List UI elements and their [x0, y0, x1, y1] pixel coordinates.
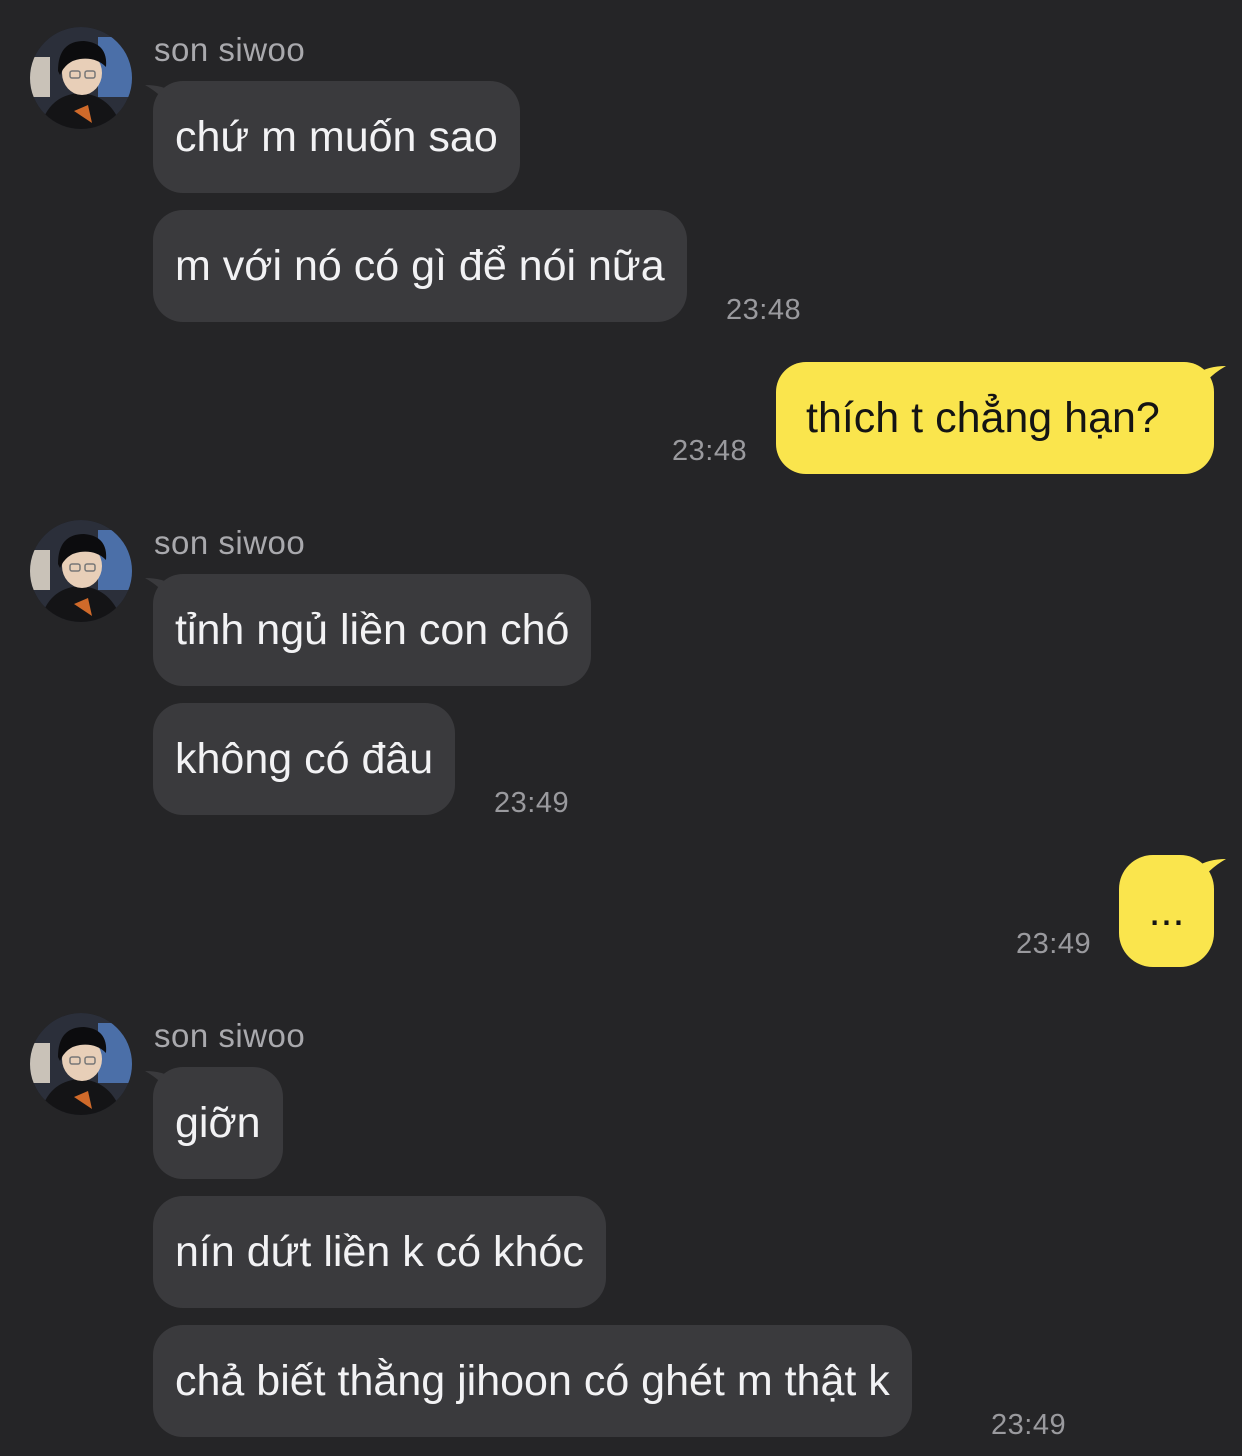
avatar-photo [30, 1013, 132, 1115]
bubble-tail [1196, 366, 1226, 394]
avatar-photo [30, 520, 132, 622]
incoming-message[interactable]: không có đâu [153, 703, 456, 815]
sender-avatar[interactable] [30, 27, 132, 129]
sender-avatar[interactable] [30, 1013, 132, 1115]
incoming-message[interactable]: nín dứt liền k có khóc [153, 1196, 606, 1308]
incoming-message[interactable]: chứ m muốn sao [153, 81, 520, 193]
message-timestamp: 23:49 [991, 1409, 1067, 1441]
incoming-message[interactable]: giỡn [153, 1067, 283, 1179]
message-timestamp: 23:49 [1016, 928, 1092, 960]
message-timestamp: 23:48 [726, 294, 802, 326]
sender-name: son siwoo [154, 31, 306, 68]
avatar-photo [30, 27, 132, 129]
outgoing-message[interactable]: thích t chẳng hạn? [776, 362, 1214, 474]
bubble-tail [1196, 859, 1226, 887]
sender-avatar[interactable] [30, 520, 132, 622]
sender-name: son siwoo [154, 524, 306, 561]
incoming-message[interactable]: m với nó có gì để nói nữa [153, 210, 687, 322]
message-timestamp: 23:49 [494, 787, 570, 819]
sender-name: son siwoo [154, 1017, 306, 1054]
incoming-message[interactable]: tỉnh ngủ liền con chó [153, 574, 592, 686]
incoming-message[interactable]: chả biết thằng jihoon có ghét m thật k [153, 1325, 912, 1437]
chat-thread[interactable]: son siwoo chứ m muốn sao m với nó có gì … [0, 0, 1242, 1456]
message-timestamp: 23:48 [672, 435, 748, 467]
